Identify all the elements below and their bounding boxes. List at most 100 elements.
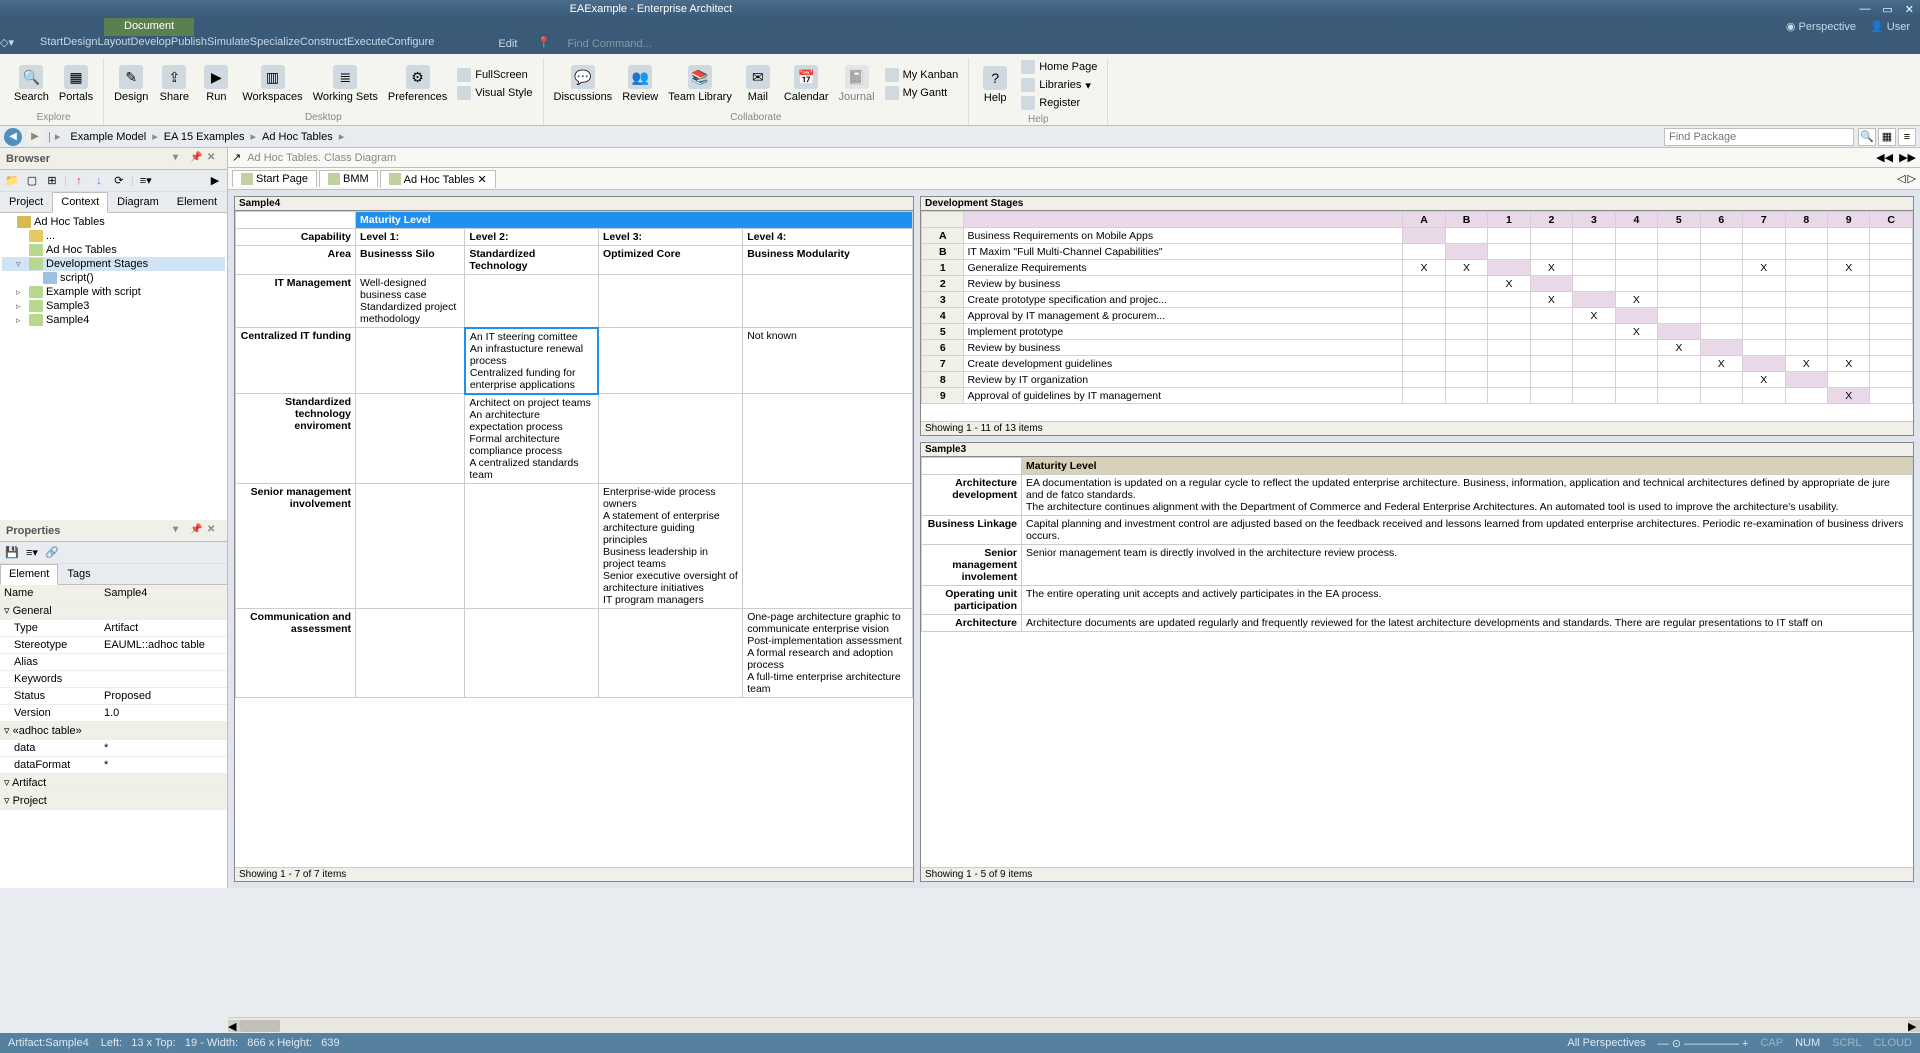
list-icon[interactable]: ≡▾ [24,545,40,561]
menu-tab-develop[interactable]: Develop [131,36,171,54]
discussions-button[interactable]: 💬Discussions [550,58,617,110]
user-button[interactable]: 👤 User [1870,20,1910,34]
find-package-input[interactable] [1664,128,1854,146]
home-page-button[interactable]: Home Page [1017,58,1101,76]
menu-tab-layout[interactable]: Layout [97,36,130,54]
mail-button[interactable]: ✉Mail [738,58,778,110]
calendar-button[interactable]: 📅Calendar [780,58,833,110]
preferences-button[interactable]: ⚙Preferences [384,58,451,110]
tab-nav-right[interactable]: ▷ [1908,172,1916,185]
panel-menu-icon[interactable]: ▾ [173,524,187,538]
run-button[interactable]: ▶Run [196,58,236,110]
horizontal-scrollbar[interactable]: ◀▶ [228,1017,1920,1033]
app-icon[interactable]: ◇▾ [0,36,40,54]
browser-tab-diagram[interactable]: Diagram [108,192,168,212]
panel-menu-icon[interactable]: ▾ [173,152,187,166]
search-icon: 🔍 [19,65,43,89]
my-kanban-button[interactable]: My Kanban [881,66,963,84]
breadcrumb-item[interactable]: EA 15 Examples [158,131,251,143]
browser-tab-context[interactable]: Context [52,192,108,213]
props-tab-tags[interactable]: Tags [58,564,99,584]
zoom-slider[interactable]: — ⊙ ————— + [1658,1037,1749,1050]
panel-pin-icon[interactable]: 📌 [190,152,204,166]
statusbar: Artifact:Sample4 Left: 13 x Top: 19 - Wi… [0,1033,1920,1053]
browser-tab-project[interactable]: Project [0,192,52,212]
perspective-button[interactable]: ◉ Perspective [1786,20,1856,34]
tree-item[interactable]: Ad Hoc Tables [2,215,225,229]
tree-icon[interactable]: ⊞ [44,173,60,189]
find-grid-button[interactable]: ▦ [1878,128,1896,146]
menu-tab-construct[interactable]: Construct [300,36,347,54]
breadcrumb-item[interactable]: Example Model [64,131,152,143]
ribbon: 🔍Search ▦Portals Explore ✎Design ⇪Share … [0,54,1920,126]
list-icon[interactable]: ≡▾ [138,173,154,189]
menu-tab-publish[interactable]: Publish [171,36,207,54]
tree-item[interactable]: script() [2,271,225,285]
menu-tab-simulate[interactable]: Simulate [207,36,250,54]
refresh-icon[interactable]: ⟳ [111,173,127,189]
menu-tab-execute[interactable]: Execute [347,36,387,54]
more-icon[interactable]: ▶ [207,173,223,189]
workspaces-button[interactable]: ▥Workspaces [238,58,306,110]
my-gantt-button[interactable]: My Gantt [881,84,963,102]
close-button[interactable]: ✕ [1905,3,1914,16]
design-button[interactable]: ✎Design [110,58,152,110]
browser-header: Browser ▾ 📌 ✕ [0,148,227,170]
sample4-artifact[interactable]: Sample4 Maturity LevelCapabilityLevel 1:… [234,196,914,882]
panel-close-icon[interactable]: ✕ [207,524,221,538]
share-button[interactable]: ⇪Share [154,58,194,110]
sample3-artifact[interactable]: Sample3 Maturity LevelArchitecture devel… [920,442,1914,882]
new-icon[interactable]: ▢ [24,173,40,189]
team-library-button[interactable]: 📚Team Library [664,58,736,110]
arrow-icon[interactable]: ↗ [232,151,241,164]
properties-grid[interactable]: NameSample4▿ GeneralTypeArtifactStereoty… [0,585,227,888]
nav-back-button[interactable]: ◀ [4,128,22,146]
tree-item[interactable]: ▹Example with script [2,285,225,299]
tree-item[interactable]: ▿Development Stages [2,257,225,271]
devstages-artifact[interactable]: Development Stages AB123456789CABusiness… [920,196,1914,436]
search-button[interactable]: 🔍Search [10,58,53,110]
props-tab-element[interactable]: Element [0,564,58,585]
minimize-button[interactable]: — [1859,3,1870,16]
perspectives-status[interactable]: All Perspectives [1567,1037,1645,1049]
menu-tab-configure[interactable]: Configure [387,36,435,54]
link-icon[interactable]: 🔗 [44,545,60,561]
menu-tab-design[interactable]: Design [63,36,97,54]
maximize-button[interactable]: ▭ [1882,3,1892,16]
register-button[interactable]: Register [1017,94,1101,112]
tree-item[interactable]: Ad Hoc Tables [2,243,225,257]
breadcrumb-item[interactable]: Ad Hoc Tables [256,131,339,143]
portals-button[interactable]: ▦Portals [55,58,97,110]
doc-tab[interactable]: Ad Hoc Tables ✕ [380,170,496,188]
collapse-left-icon[interactable]: ◀◀ [1876,151,1893,164]
find-menu-button[interactable]: ≡ [1898,128,1916,146]
working-sets-button[interactable]: ≣Working Sets [309,58,382,110]
find-search-button[interactable]: 🔍 [1858,128,1876,146]
menu-tab-specialize[interactable]: Specialize [250,36,300,54]
doc-tab[interactable]: BMM [319,170,378,187]
browser-tab-element[interactable]: Element [168,192,226,212]
help-button[interactable]: ?Help [975,58,1015,112]
journal-button[interactable]: 📓Journal [834,58,878,110]
save-icon[interactable]: 💾 [4,545,20,561]
folder-icon[interactable]: 📁 [4,173,20,189]
edit-tab[interactable]: Edit [478,36,537,54]
up-icon[interactable]: ↑ [71,173,87,189]
fullscreen-button[interactable]: FullScreen [453,66,536,84]
libraries-button[interactable]: Libraries ▾ [1017,76,1101,94]
collapse-right-icon[interactable]: ▶▶ [1899,151,1916,164]
menu-tab-start[interactable]: Start [40,36,63,54]
tab-nav-left[interactable]: ◁ [1897,172,1905,185]
nav-forward-button[interactable]: ▶ [26,128,44,146]
panel-pin-icon[interactable]: 📌 [190,524,204,538]
tree-item[interactable]: ▹Sample4 [2,313,225,327]
find-command-input[interactable]: Find Command... [557,36,1920,54]
panel-close-icon[interactable]: ✕ [207,152,221,166]
tree-item[interactable]: ... [2,229,225,243]
tree-item[interactable]: ▹Sample3 [2,299,225,313]
down-icon[interactable]: ↓ [91,173,107,189]
browser-tree[interactable]: Ad Hoc Tables...Ad Hoc Tables▿Developmen… [0,213,227,520]
visual-style-button[interactable]: Visual Style [453,84,536,102]
review-button[interactable]: 👥Review [618,58,662,110]
doc-tab[interactable]: Start Page [232,170,317,187]
